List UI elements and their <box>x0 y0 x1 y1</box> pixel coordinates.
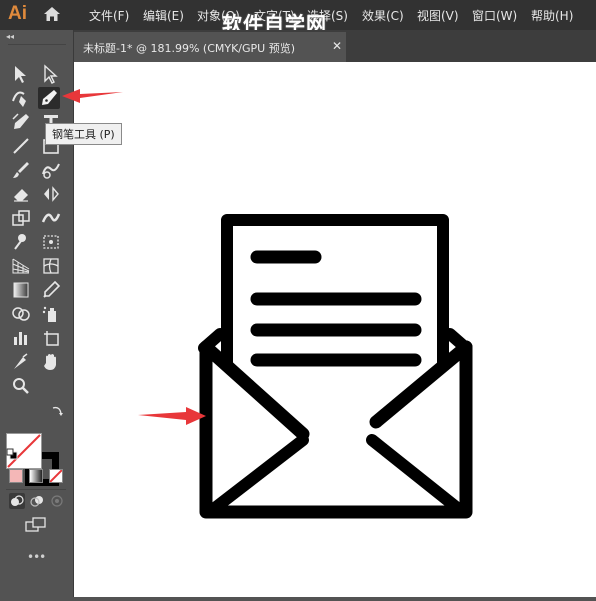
arrow-annotation-icon <box>62 89 123 103</box>
close-icon[interactable]: ✕ <box>332 39 342 53</box>
shaper-tool-icon[interactable] <box>40 159 62 181</box>
zoom-tool-icon[interactable] <box>10 375 32 397</box>
anchor-point-tool-icon[interactable] <box>10 111 32 133</box>
toolbar-divider <box>8 44 66 45</box>
draw-modes <box>6 489 66 510</box>
app-logo: Ai <box>8 3 27 24</box>
envelope-letter-artwork <box>198 214 473 519</box>
more-tools-icon[interactable]: ••• <box>27 550 46 564</box>
slice-tool-icon[interactable] <box>10 351 32 373</box>
draw-inside-icon[interactable] <box>49 493 65 509</box>
menu-file[interactable]: 文件(F) <box>89 7 129 24</box>
mesh-tool-icon[interactable] <box>40 255 62 277</box>
color-mode-icon[interactable] <box>9 469 23 483</box>
document-tab[interactable]: 未标题-1* @ 181.99% (CMYK/GPU 预览) ✕ <box>74 32 346 62</box>
menu-edit[interactable]: 编辑(E) <box>143 7 184 24</box>
draw-behind-icon[interactable] <box>29 493 45 509</box>
none-mode-icon[interactable] <box>49 469 63 483</box>
screen-mode-icon[interactable] <box>25 517 47 537</box>
column-graph-tool-icon[interactable] <box>10 327 32 349</box>
draw-normal-icon[interactable] <box>9 493 25 509</box>
gradient-mode-icon[interactable] <box>29 469 43 483</box>
gradient-tool-icon[interactable] <box>10 279 32 301</box>
menu-window[interactable]: 窗口(W) <box>472 7 517 24</box>
swap-fill-stroke-icon[interactable] <box>50 403 64 422</box>
line-segment-tool-icon[interactable] <box>10 135 32 157</box>
direct-selection-tool-icon[interactable] <box>40 63 62 85</box>
menu-help[interactable]: 帮助(H) <box>531 7 573 24</box>
pen-tool-tooltip: 钢笔工具 (P) <box>45 123 122 145</box>
puppet-warp-tool-icon[interactable] <box>10 231 32 253</box>
curvature-tool-icon[interactable] <box>10 87 32 109</box>
menu-bar: Ai 文件(F) 编辑(E) 对象(O) 文字(T) 选择(S) 效果(C) 视… <box>0 0 596 36</box>
selection-tool-icon[interactable] <box>10 63 32 85</box>
menu-effect[interactable]: 效果(C) <box>362 7 404 24</box>
artboard-tool-icon[interactable] <box>40 327 62 349</box>
hand-tool-icon[interactable] <box>40 351 62 373</box>
home-icon[interactable] <box>43 6 61 25</box>
artboard-canvas[interactable] <box>74 62 596 597</box>
scale-tool-icon[interactable] <box>10 207 32 229</box>
arrow-annotation-icon <box>138 407 206 425</box>
width-tool-icon[interactable] <box>40 207 62 229</box>
free-transform-tool-icon[interactable] <box>40 231 62 253</box>
eraser-tool-icon[interactable] <box>10 183 32 205</box>
symbol-sprayer-tool-icon[interactable] <box>40 303 62 325</box>
paintbrush-tool-icon[interactable] <box>10 159 32 181</box>
rotate-tool-icon[interactable] <box>40 183 62 205</box>
tools-panel: ◂◂ ••• <box>0 30 74 597</box>
menu-view[interactable]: 视图(V) <box>417 7 459 24</box>
collapse-panel-icon[interactable]: ◂◂ <box>6 32 14 41</box>
document-tab-bar: 未标题-1* @ 181.99% (CMYK/GPU 预览) ✕ <box>74 30 596 62</box>
default-fill-stroke-icon[interactable] <box>6 445 18 464</box>
perspective-grid-tool-icon[interactable] <box>10 255 32 277</box>
pen-tool-icon[interactable] <box>38 87 60 109</box>
eyedropper-tool-icon[interactable] <box>40 279 62 301</box>
document-tab-title: 未标题-1* @ 181.99% (CMYK/GPU 预览) <box>83 42 295 55</box>
shape-builder-tool-icon[interactable] <box>10 303 32 325</box>
